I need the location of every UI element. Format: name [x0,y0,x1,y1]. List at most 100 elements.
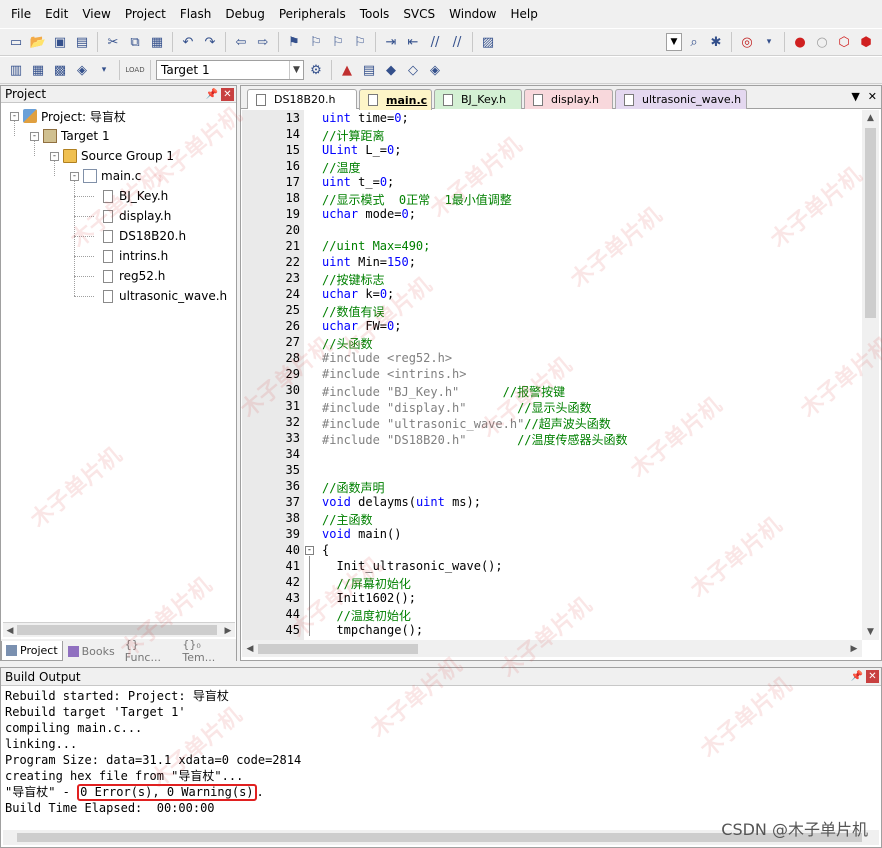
editor-tab[interactable]: main.c [359,89,432,110]
tree-header-file[interactable]: ultrasonic_wave.h [103,286,227,306]
manage-components-icon[interactable]: ▲ [337,60,357,80]
editor-tab[interactable]: BJ_Key.h [434,89,522,109]
tree-header-file[interactable]: display.h [103,206,171,226]
scroll-up-icon[interactable]: ▲ [862,110,879,126]
unindent-icon[interactable]: ⇤ [403,32,423,52]
manage-packs-icon[interactable]: ◆ [381,60,401,80]
new-file-icon[interactable]: ▭ [6,32,26,52]
breakpoint-kill-all-icon[interactable]: ⬢ [856,32,876,52]
collapse-icon[interactable]: - [30,131,39,141]
nav-forward-icon[interactable]: ⇨ [253,32,273,52]
bookmark-prev-icon[interactable]: ⚐ [306,32,326,52]
scroll-left-icon[interactable]: ◀ [242,640,258,657]
open-file-icon[interactable]: 📂 [28,32,48,52]
build-icon[interactable]: ▦ [28,60,48,80]
rebuild-icon[interactable]: ▩ [50,60,70,80]
copy-icon[interactable]: ⧉ [125,32,145,52]
tree-header-file[interactable]: BJ_Key.h [103,186,168,206]
tab-templates[interactable]: {}₀ Tem... [177,638,236,664]
find-in-files-icon[interactable]: ▨ [478,32,498,52]
code-line: void delayms(uint ms); [322,495,481,509]
scroll-thumb[interactable] [17,625,217,635]
menu-item-help[interactable]: Help [503,7,544,21]
menu-item-project[interactable]: Project [118,7,173,21]
tab-project[interactable]: Project [1,641,63,661]
menu-item-window[interactable]: Window [442,7,503,21]
save-all-icon[interactable]: ▤ [72,32,92,52]
target-select[interactable]: Target 1 ▼ [156,60,304,80]
uncomment-icon[interactable]: // [447,32,467,52]
header-file-icon [103,209,113,223]
tree-header-file[interactable]: reg52.h [103,266,165,286]
breakpoint-insert-icon[interactable]: ● [790,32,810,52]
undo-icon[interactable]: ↶ [178,32,198,52]
project-hscrollbar[interactable]: ◀ ▶ [3,622,235,637]
code-area[interactable]: uint time=0; //计算距离 ULint L_=0; //温度 uint t_… [304,110,859,640]
tree-target-node[interactable]: - Target 1 [30,126,110,146]
cut-icon[interactable]: ✂ [103,32,123,52]
tab-functions[interactable]: {} Func... [120,638,178,664]
find-icon[interactable]: ⌕ [684,32,704,52]
scroll-thumb[interactable] [258,644,418,654]
tree-header-file[interactable]: DS18B20.h [103,226,186,246]
file-extensions-icon[interactable]: ▤ [359,60,379,80]
bookmark-clear-icon[interactable]: ⚐ [350,32,370,52]
tab-books[interactable]: Books [63,641,120,661]
paste-icon[interactable]: ▦ [147,32,167,52]
menu-item-debug[interactable]: Debug [218,7,271,21]
collapse-icon[interactable]: - [10,111,19,121]
load-icon[interactable]: LOAD [125,60,145,80]
menu-item-edit[interactable]: Edit [38,7,75,21]
editor-hscrollbar[interactable]: ◀ ▶ [242,640,862,657]
menu-item-flash[interactable]: Flash [173,7,218,21]
nav-back-icon[interactable]: ⇦ [231,32,251,52]
incremental-find-icon[interactable]: ✱ [706,32,726,52]
editor-vscrollbar[interactable]: ▲ ▼ [862,110,879,640]
tree-project-node[interactable]: - Project: 导盲杖 [10,106,126,126]
find-combo-arrow[interactable]: ▼ [666,33,682,51]
menu-item-peripherals[interactable]: Peripherals [272,7,353,21]
comment-icon[interactable]: // [425,32,445,52]
scroll-thumb[interactable] [865,128,876,318]
pin-icon[interactable]: 📌 [206,89,218,100]
scroll-down-icon[interactable]: ▼ [862,624,879,640]
menu-item-svcs[interactable]: SVCS [396,7,442,21]
scroll-left-icon[interactable]: ◀ [3,623,17,638]
close-icon[interactable]: ✕ [866,670,879,683]
tab-list-dropdown-icon[interactable]: ▼ [851,90,859,103]
run-time-env-icon[interactable]: ◈ [425,60,445,80]
batch-build-icon[interactable]: ◈ [72,60,92,80]
target-options-icon[interactable]: ⚙ [306,60,326,80]
breakpoint-disable-all-icon[interactable]: ⬡ [834,32,854,52]
pin-icon[interactable]: 📌 [851,671,863,682]
collapse-icon[interactable]: - [70,171,79,181]
translate-icon[interactable]: ▥ [6,60,26,80]
close-icon[interactable]: ✕ [868,90,877,103]
tree-file-main[interactable]: - main.c [70,166,141,186]
code-line: uchar k=0; [322,287,395,301]
scroll-right-icon[interactable]: ▶ [221,623,235,638]
scroll-right-icon[interactable]: ▶ [846,640,862,657]
menu-item-view[interactable]: View [75,7,117,21]
editor-tab[interactable]: display.h [524,89,613,109]
collapse-icon[interactable]: - [50,151,59,161]
indent-icon[interactable]: ⇥ [381,32,401,52]
line-number: 34 [285,447,300,461]
bookmark-next-icon[interactable]: ⚐ [328,32,348,52]
tree-group-node[interactable]: - Source Group 1 [50,146,174,166]
bookmark-toggle-icon[interactable]: ⚑ [284,32,304,52]
editor-tab[interactable]: DS18B20.h [247,89,357,109]
editor-tab[interactable]: ultrasonic_wave.h [615,89,747,109]
tree-header-file[interactable]: intrins.h [103,246,168,266]
select-pack-icon[interactable]: ◇ [403,60,423,80]
menu-item-tools[interactable]: Tools [353,7,397,21]
debug-dropdown-icon[interactable]: ▾ [759,32,779,52]
close-icon[interactable]: ✕ [221,87,234,101]
redo-icon[interactable]: ↷ [200,32,220,52]
fold-collapse-icon[interactable]: - [305,546,314,555]
breakpoint-disable-icon[interactable]: ○ [812,32,832,52]
batch-dropdown-icon[interactable]: ▾ [94,60,114,80]
save-icon[interactable]: ▣ [50,32,70,52]
menu-item-file[interactable]: File [4,7,38,21]
debug-session-icon[interactable]: ◎ [737,32,757,52]
